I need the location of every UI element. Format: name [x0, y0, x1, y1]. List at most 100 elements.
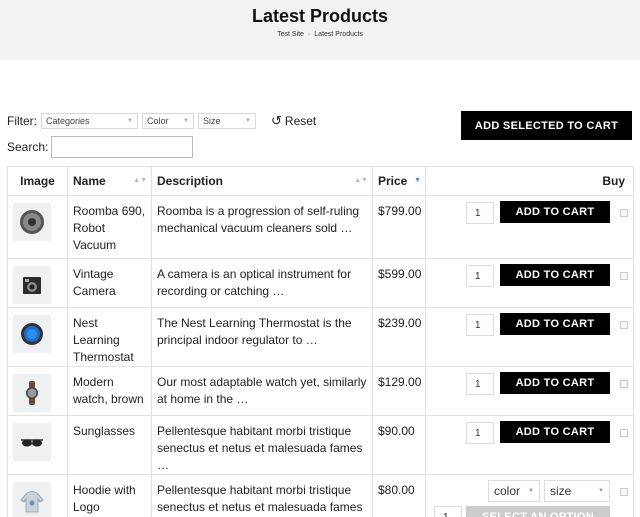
search-label: Search:: [7, 140, 49, 154]
add-to-cart-button[interactable]: ADD TO CART: [500, 421, 610, 443]
size-variation-select[interactable]: size ▼: [544, 480, 610, 502]
quantity-input[interactable]: 1: [466, 202, 494, 224]
product-description: Pellentesque habitant morbi tristique se…: [151, 474, 373, 517]
product-image-cell: [7, 195, 68, 259]
buy-cell: 1 ADD TO CART: [425, 195, 634, 259]
filter-label: Filter:: [7, 114, 37, 128]
sort-icon: ▲▼: [133, 177, 147, 184]
select-checkbox[interactable]: [620, 429, 628, 437]
quantity-input[interactable]: 1: [434, 506, 462, 517]
quantity-input[interactable]: 1: [466, 265, 494, 287]
add-to-cart-button[interactable]: ADD TO CART: [500, 372, 610, 394]
color-filter-select[interactable]: Color ▼: [142, 113, 194, 129]
select-checkbox[interactable]: [620, 380, 628, 388]
color-variation-select[interactable]: color ▼: [488, 480, 540, 502]
buy-cell: 1 ADD TO CART: [425, 366, 634, 416]
product-name[interactable]: Modern watch, brown: [67, 366, 152, 416]
product-price: $80.00: [372, 474, 426, 517]
chevron-down-icon: ▼: [245, 118, 251, 124]
size-filter-select[interactable]: Size ▼: [198, 113, 256, 129]
breadcrumb-home-link[interactable]: Test Site: [277, 31, 304, 38]
buy-cell: 1 ADD TO CART: [425, 415, 634, 475]
product-description: Pellentesque habitant morbi tristique se…: [151, 415, 373, 475]
column-header-name[interactable]: Name ▲▼: [67, 166, 152, 196]
quantity-input[interactable]: 1: [466, 314, 494, 336]
table-row: Vintage Camera A camera is an optical in…: [7, 258, 634, 308]
product-price: $90.00: [372, 415, 426, 475]
buy-cell: 1 ADD TO CART: [425, 258, 634, 308]
breadcrumb-separator: ›: [307, 31, 311, 38]
page-title: Latest Products: [251, 6, 389, 26]
product-price: $799.00: [372, 195, 426, 259]
color-filter-value: Color: [147, 116, 169, 126]
column-header-image: Image: [7, 166, 68, 196]
product-description: The Nest Learning Thermostat is the prin…: [151, 307, 373, 367]
sort-desc-icon: ▼: [414, 177, 421, 184]
select-checkbox[interactable]: [620, 209, 628, 217]
sort-icon: ▲▼: [354, 177, 368, 184]
table-header-row: Image Name ▲▼ Description ▲▼ Price ▼ Buy: [7, 166, 634, 196]
product-description: Our most adaptable watch yet, similarly …: [151, 366, 373, 416]
add-to-cart-button[interactable]: ADD TO CART: [500, 201, 610, 223]
column-header-buy: Buy: [425, 166, 634, 196]
select-an-option-button[interactable]: SELECT AN OPTION: [466, 506, 610, 517]
breadcrumb-current: Latest Products: [314, 31, 363, 38]
hoodie-icon[interactable]: [13, 482, 51, 517]
size-variation-value: size: [550, 483, 572, 498]
product-name[interactable]: Vintage Camera: [67, 258, 152, 308]
table-row: Roomba 690, Robot Vacuum Roomba is a pro…: [7, 195, 634, 259]
quantity-input[interactable]: 1: [466, 422, 494, 444]
chevron-down-icon: ▼: [183, 118, 189, 124]
chevron-down-icon: ▼: [127, 118, 133, 124]
chevron-down-icon: ▼: [598, 487, 604, 494]
column-header-name-label: Name: [73, 174, 106, 188]
product-image-cell: [7, 415, 68, 475]
column-header-description-label: Description: [157, 174, 224, 188]
add-to-cart-button[interactable]: ADD TO CART: [500, 313, 610, 335]
search-input[interactable]: [51, 136, 194, 158]
product-image-cell: [7, 307, 68, 367]
table-row: Modern watch, brown Our most adaptable w…: [7, 366, 634, 416]
product-price: $239.00: [372, 307, 426, 367]
product-name[interactable]: Hoodie with Logo: [67, 474, 152, 517]
robot-vacuum-icon[interactable]: [13, 203, 51, 241]
search-bar: Search:: [7, 136, 194, 158]
quantity-input[interactable]: 1: [466, 373, 494, 395]
buy-cell: color ▼ size ▼ 1 SELECT AN OPTION: [425, 474, 634, 517]
column-header-price-label: Price: [378, 174, 408, 188]
product-image-cell: [7, 474, 68, 517]
products-table: Image Name ▲▼ Description ▲▼ Price ▼ Buy Ro…: [7, 166, 634, 517]
color-variation-value: color: [494, 483, 521, 498]
table-row: Nest Learning Thermostat The Nest Learni…: [7, 307, 634, 367]
reset-label: Reset: [284, 114, 317, 128]
watch-icon[interactable]: [13, 374, 51, 412]
select-checkbox[interactable]: [620, 272, 628, 280]
reset-icon: ↺: [271, 113, 282, 128]
filter-bar: Filter: Categories ▼ Color ▼ Size ▼ ↺ Reset: [7, 112, 316, 130]
add-to-cart-button[interactable]: ADD TO CART: [500, 264, 610, 286]
breadcrumb: Test Site › Latest Products: [0, 31, 640, 38]
reset-filters-button[interactable]: ↺ Reset: [271, 113, 316, 129]
categories-filter-select[interactable]: Categories ▼: [41, 113, 138, 129]
product-image-cell: [7, 258, 68, 308]
select-checkbox[interactable]: [620, 488, 628, 496]
chevron-down-icon: ▼: [528, 487, 534, 494]
product-image-cell: [7, 366, 68, 416]
column-header-description[interactable]: Description ▲▼: [151, 166, 373, 196]
product-price: $129.00: [372, 366, 426, 416]
camera-icon[interactable]: [13, 266, 51, 304]
table-row: Sunglasses Pellentesque habitant morbi t…: [7, 415, 634, 475]
size-filter-value: Size: [203, 116, 221, 126]
categories-filter-value: Categories: [46, 116, 90, 126]
add-selected-to-cart-button[interactable]: ADD SELECTED TO CART: [461, 111, 632, 140]
product-name[interactable]: Sunglasses: [67, 415, 152, 475]
product-price: $599.00: [372, 258, 426, 308]
sunglasses-icon[interactable]: [13, 423, 51, 461]
thermostat-icon[interactable]: [13, 315, 51, 353]
product-name[interactable]: Roomba 690, Robot Vacuum: [67, 195, 152, 259]
page-header: Latest Products Test Site › Latest Product…: [0, 0, 640, 60]
select-checkbox[interactable]: [620, 321, 628, 329]
product-description: Roomba is a progression of self-ruling m…: [151, 195, 373, 259]
column-header-price[interactable]: Price ▼: [372, 166, 426, 196]
product-name[interactable]: Nest Learning Thermostat: [67, 307, 152, 367]
